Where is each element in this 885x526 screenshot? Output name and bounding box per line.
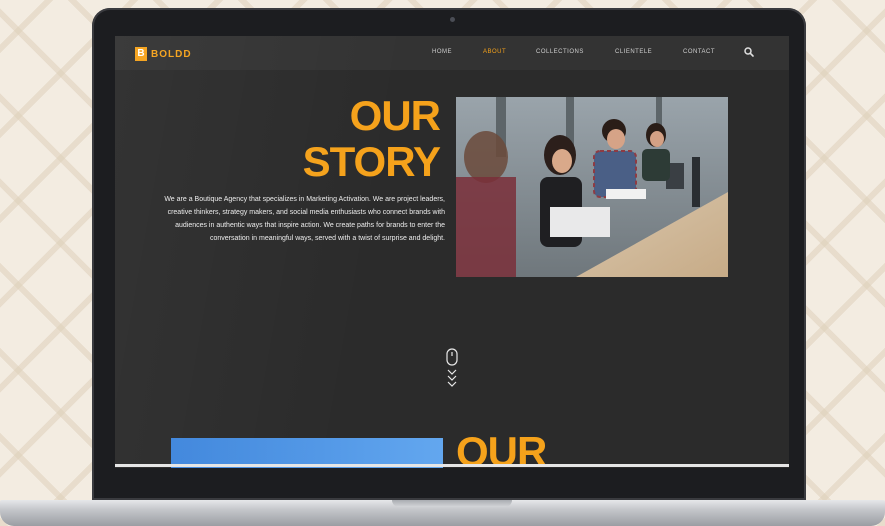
logo-text: BOLDD [151, 48, 192, 60]
next-section-title: OUR [456, 428, 547, 469]
story-title-line-1: OUR [349, 92, 441, 139]
laptop-base-notch [392, 500, 512, 507]
chevrons-down-icon [447, 369, 457, 387]
nav-home[interactable]: HOME [432, 49, 452, 55]
scroll-down-indicator[interactable] [444, 348, 460, 394]
nav-about[interactable]: ABOUT [483, 49, 506, 55]
website-screen: B BOLDD HOME ABOUT COLLECTIONS CLIENTELE… [115, 36, 789, 468]
search-icon[interactable] [743, 46, 755, 58]
story-title-line-2: STORY [302, 138, 441, 185]
mouse-scroll-icon [446, 348, 458, 366]
logo-mark: B [135, 47, 147, 61]
office-team-photo [456, 97, 728, 277]
site-logo[interactable]: B BOLDD [135, 47, 192, 61]
story-paragraph: We are a Boutique Agency that specialize… [164, 196, 445, 242]
nav-contact[interactable]: CONTACT [683, 49, 715, 55]
laptop-camera [450, 17, 455, 22]
nav-collections[interactable]: COLLECTIONS [536, 49, 584, 55]
office-photo-illustration [456, 97, 728, 277]
screen-bottom-edge [115, 464, 789, 467]
nav-clientele[interactable]: CLIENTELE [615, 49, 652, 55]
site-header: B BOLDD HOME ABOUT COLLECTIONS CLIENTELE… [115, 36, 789, 70]
